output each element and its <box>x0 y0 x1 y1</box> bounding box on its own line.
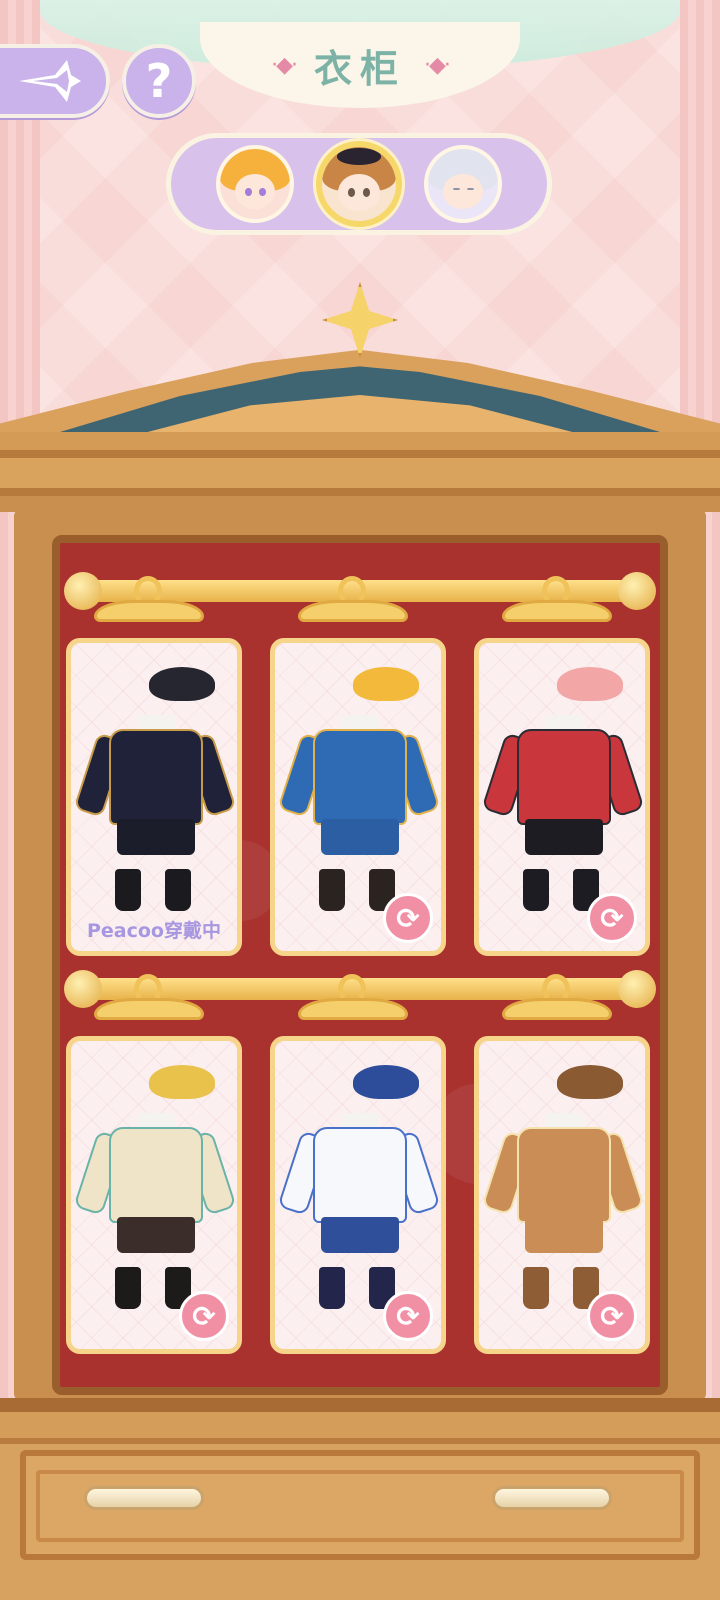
avatar-blonde-girl[interactable] <box>216 145 294 223</box>
outfit-jacket <box>313 729 407 825</box>
avatar-silver-girl[interactable] <box>424 145 502 223</box>
outfit-accessory <box>149 1065 215 1099</box>
outfit-bottoms <box>117 1217 195 1253</box>
outfit-jacket <box>109 729 203 825</box>
avatar-beret-boy[interactable] <box>316 141 402 227</box>
hanger <box>94 974 204 1020</box>
outfit-jacket <box>517 729 611 825</box>
outfit-card-navy-uniform[interactable]: Peacoo穿戴中 <box>66 638 242 956</box>
outfit-boot-left <box>523 869 549 911</box>
outfit-jacket <box>313 1127 407 1223</box>
outfit-boot-left <box>319 1267 345 1309</box>
wearing-status-label: Peacoo穿戴中 <box>86 920 221 942</box>
character-selector <box>166 133 552 235</box>
refresh-icon[interactable]: ⟳ <box>383 1291 433 1341</box>
hanger <box>298 576 408 622</box>
refresh-icon[interactable]: ⟳ <box>587 1291 637 1341</box>
drawer-handle-right[interactable] <box>492 1486 612 1510</box>
help-label: ? <box>145 54 173 108</box>
outfit-card-qipao[interactable]: ⟳ <box>66 1036 242 1354</box>
refresh-icon[interactable]: ⟳ <box>383 893 433 943</box>
outfit-bottoms <box>321 819 399 855</box>
refresh-icon[interactable]: ⟳ <box>179 1291 229 1341</box>
outfit-card-blue-prince[interactable]: ⟳ <box>270 638 446 956</box>
help-button[interactable]: ? <box>122 44 196 118</box>
outfit-boot-left <box>523 1267 549 1309</box>
outfit-bottoms <box>117 819 195 855</box>
outfit-accessory <box>149 667 215 701</box>
title-deco-right: ·◆· <box>424 52 451 78</box>
hanger <box>502 576 612 622</box>
outfit-bottoms <box>525 819 603 855</box>
outfit-card-vampire[interactable]: ⟳ <box>474 638 650 956</box>
outfit-boot-left <box>115 869 141 911</box>
outfit-boot-left <box>319 869 345 911</box>
refresh-icon[interactable]: ⟳ <box>587 893 637 943</box>
outfit-card-sailor[interactable]: ⟳ <box>270 1036 446 1354</box>
outfit-accessory <box>353 1065 419 1099</box>
outfit-card-reindeer[interactable]: ⟳ <box>474 1036 650 1354</box>
outfit-boot-left <box>115 1267 141 1309</box>
sparkle-arrow-icon <box>19 60 81 102</box>
page-title: 衣柜 <box>313 45 406 91</box>
title-plate: ·◆· 衣柜 ·◆· <box>200 22 520 108</box>
outfit-boot-right <box>165 869 191 911</box>
hanger <box>94 576 204 622</box>
title-deco-left: ·◆· <box>271 52 298 78</box>
outfit-accessory <box>557 667 623 701</box>
hanger <box>502 974 612 1020</box>
wardrobe-cornice <box>0 432 720 512</box>
hanger <box>298 974 408 1020</box>
outfit-accessory <box>353 667 419 701</box>
star-finial-icon <box>322 282 398 358</box>
drawer-handle-left[interactable] <box>84 1486 204 1510</box>
outfit-bottoms <box>525 1217 603 1253</box>
outfit-jacket <box>517 1127 611 1223</box>
outfit-accessory <box>557 1065 623 1099</box>
outfit-jacket <box>109 1127 203 1223</box>
outfit-bottoms <box>321 1217 399 1253</box>
back-button[interactable] <box>0 44 110 118</box>
